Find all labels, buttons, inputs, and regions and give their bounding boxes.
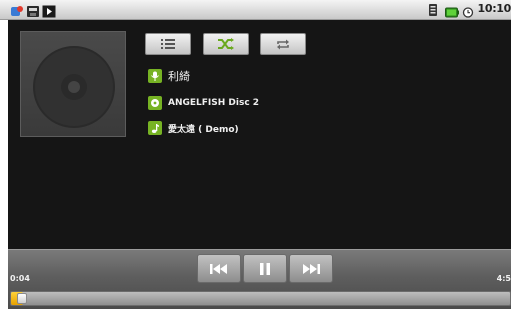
next-icon — [303, 263, 320, 274]
disc-icon — [33, 46, 115, 128]
seek-thumb[interactable] — [17, 293, 27, 304]
alarm-clock-icon — [462, 3, 474, 18]
previous-icon — [210, 263, 227, 274]
pause-icon — [260, 262, 270, 275]
track-row: 愛太遠 ( Demo) — [148, 120, 239, 136]
total-time: 4:5 — [496, 274, 511, 283]
battery-icon — [445, 3, 460, 18]
artist-name: 利綺 — [168, 70, 190, 83]
previous-button[interactable] — [197, 254, 241, 283]
sd-card-icon[interactable] — [26, 3, 40, 17]
status-right-icons: 10:10 — [428, 2, 511, 18]
signal-icon — [428, 2, 442, 16]
status-left-icons — [10, 3, 56, 18]
play-notification-icon[interactable] — [42, 3, 56, 18]
album-name: ANGELFISH Disc 2 — [168, 98, 260, 108]
album-row: ANGELFISH Disc 2 — [148, 95, 259, 111]
track-title: 愛太遠 ( Demo) — [168, 124, 239, 135]
repeat-icon — [277, 39, 289, 49]
next-button[interactable] — [289, 254, 333, 283]
shuffle-icon — [218, 38, 234, 50]
notification-icon[interactable] — [10, 3, 24, 16]
playlist-icon — [161, 39, 175, 49]
status-bar: 10:10 — [0, 0, 511, 20]
microphone-icon — [148, 69, 162, 83]
playlist-button[interactable] — [145, 33, 191, 55]
artist-row: 利綺 — [148, 68, 190, 84]
playback-controls: 0:04 4:5 — [8, 249, 511, 309]
shuffle-button[interactable] — [203, 33, 249, 55]
album-disc-icon — [148, 96, 162, 110]
now-playing-panel: 利綺 ANGELFISH Disc 2 愛太遠 ( Demo) — [8, 20, 511, 249]
repeat-button[interactable] — [260, 33, 306, 55]
status-time: 10:10 — [477, 2, 511, 15]
music-note-icon — [148, 121, 162, 135]
elapsed-time: 0:04 — [10, 274, 30, 283]
album-art — [20, 31, 126, 137]
pause-button[interactable] — [243, 254, 287, 283]
seek-bar[interactable] — [10, 291, 511, 306]
